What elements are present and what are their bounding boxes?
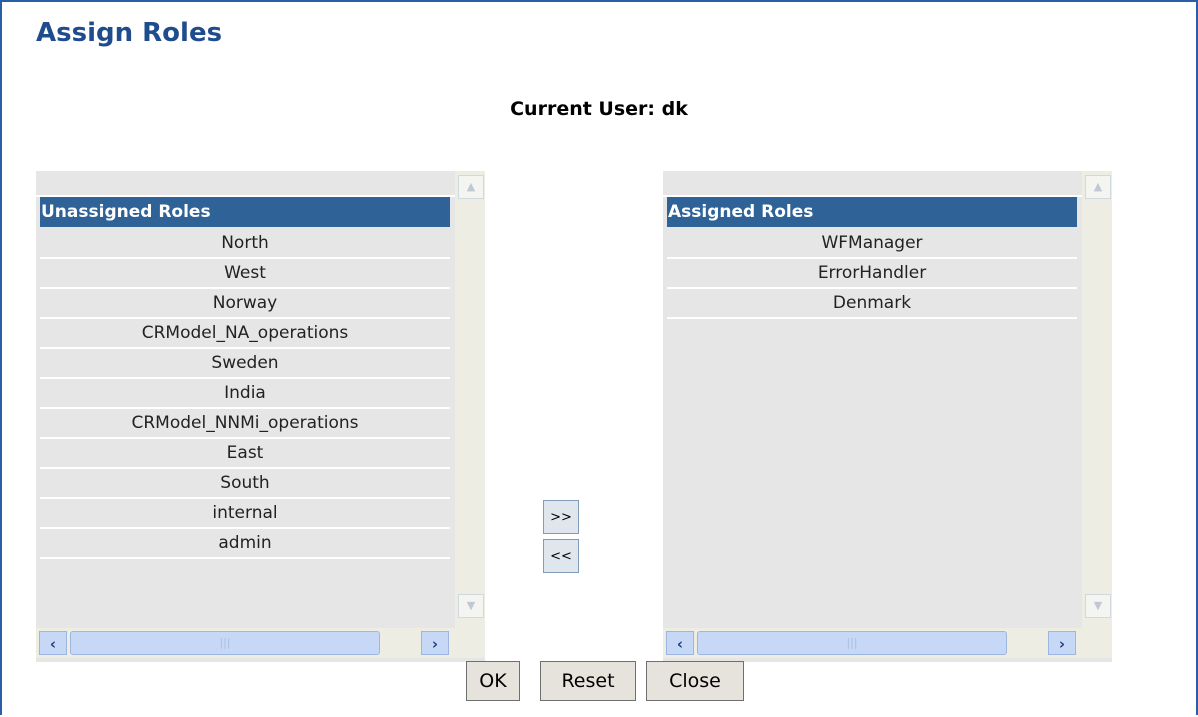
list-item[interactable]: North bbox=[40, 229, 450, 259]
list-item[interactable]: admin bbox=[40, 529, 450, 559]
add-role-button[interactable]: >> bbox=[543, 500, 579, 534]
scroll-down-icon[interactable]: ▼ bbox=[458, 594, 484, 618]
scroll-thumb[interactable]: ||| bbox=[70, 631, 380, 655]
remove-role-button[interactable]: << bbox=[543, 539, 579, 573]
close-button[interactable]: Close bbox=[646, 661, 744, 701]
list-item[interactable]: West bbox=[40, 259, 450, 289]
list-item[interactable]: Sweden bbox=[40, 349, 450, 379]
list-item[interactable]: South bbox=[40, 469, 450, 499]
list-item[interactable]: Denmark bbox=[667, 289, 1077, 319]
list-item[interactable]: India bbox=[40, 379, 450, 409]
ok-button[interactable]: OK bbox=[466, 661, 520, 701]
unassigned-roles-header: Unassigned Roles bbox=[40, 197, 450, 227]
scroll-down-icon[interactable]: ▼ bbox=[1085, 594, 1111, 618]
list-top-row bbox=[36, 171, 455, 197]
scroll-up-icon[interactable]: ▲ bbox=[1085, 175, 1111, 199]
scroll-right-icon[interactable]: › bbox=[421, 631, 449, 655]
list-item[interactable]: CRModel_NA_operations bbox=[40, 319, 450, 349]
scroll-left-icon[interactable]: ‹ bbox=[39, 631, 67, 655]
list-top-row bbox=[663, 171, 1082, 197]
reset-button[interactable]: Reset bbox=[540, 661, 636, 701]
scroll-thumb[interactable]: ||| bbox=[697, 631, 1007, 655]
scroll-left-icon[interactable]: ‹ bbox=[666, 631, 694, 655]
list-item[interactable]: WFManager bbox=[667, 229, 1077, 259]
assigned-roles-list[interactable]: Assigned Roles WFManager ErrorHandler De… bbox=[663, 171, 1112, 662]
unassigned-horizontal-scrollbar[interactable]: ‹ ||| › bbox=[36, 628, 485, 658]
unassigned-vertical-scrollbar[interactable]: ▲ ▼ bbox=[455, 171, 485, 632]
assigned-horizontal-scrollbar[interactable]: ‹ ||| › bbox=[663, 628, 1112, 658]
scroll-right-icon[interactable]: › bbox=[1048, 631, 1076, 655]
assigned-roles-header: Assigned Roles bbox=[667, 197, 1077, 227]
scroll-up-icon[interactable]: ▲ bbox=[458, 175, 484, 199]
list-item[interactable]: CRModel_NNMi_operations bbox=[40, 409, 450, 439]
list-item[interactable]: internal bbox=[40, 499, 450, 529]
page-title: Assign Roles bbox=[36, 18, 223, 48]
unassigned-roles-list[interactable]: Unassigned Roles North West Norway CRMod… bbox=[36, 171, 485, 662]
list-item[interactable]: Norway bbox=[40, 289, 450, 319]
current-user-label: Current User: dk bbox=[510, 98, 688, 120]
list-item[interactable]: ErrorHandler bbox=[667, 259, 1077, 289]
list-item[interactable]: East bbox=[40, 439, 450, 469]
assigned-vertical-scrollbar[interactable]: ▲ ▼ bbox=[1082, 171, 1112, 632]
